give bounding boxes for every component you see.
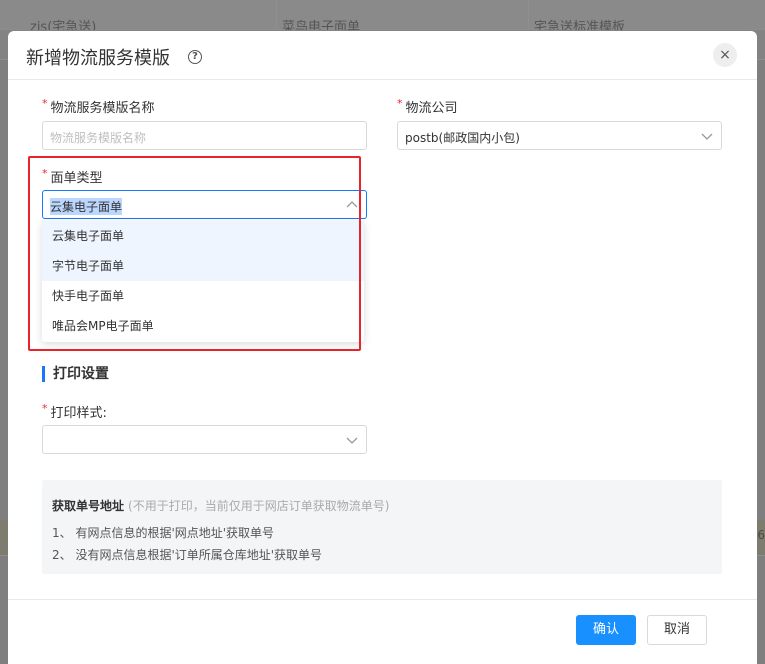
logistics-company-value: postb(邮政国内小包) (405, 131, 520, 145)
info-title-text: 获取单号地址 (52, 499, 125, 513)
chevron-down-icon (701, 133, 713, 140)
dialog-header: 新增物流服务模版 ? × (8, 31, 757, 80)
background-side-number: 6 (757, 528, 765, 542)
question-mark-icon[interactable]: ? (188, 50, 202, 64)
column-divider (528, 0, 529, 30)
template-name-label-text: 物流服务模版名称 (50, 101, 155, 116)
annotation-highlight-box (28, 156, 361, 351)
close-button[interactable]: × (713, 43, 737, 67)
dialog-footer-divider (8, 599, 757, 600)
confirm-button[interactable]: 确认 (576, 615, 636, 645)
required-mark: * (397, 97, 403, 110)
dialog-title: 新增物流服务模版 (26, 48, 170, 69)
template-name-input[interactable]: 物流服务模版名称 (42, 121, 367, 150)
info-note: (不用于打印，当前仅用于网店订单获取物流单号) (128, 499, 390, 513)
add-logistics-template-dialog: 新增物流服务模版 ? × * 物流服务模版名称 物流服务模版名称 * 物流公司 po… (8, 31, 757, 664)
template-name-placeholder: 物流服务模版名称 (50, 131, 147, 145)
print-style-select[interactable] (42, 425, 367, 454)
chevron-down-icon (346, 437, 358, 444)
info-line: 2、 没有网点信息根据'订单所属仓库地址'获取单号 (52, 548, 323, 562)
template-name-label: * 物流服务模版名称 (42, 97, 155, 116)
logistics-company-label: * 物流公司 (397, 97, 458, 116)
column-divider (276, 0, 277, 30)
info-title: 获取单号地址 (不用于打印，当前仅用于网店订单获取物流单号) (52, 497, 389, 514)
required-mark: * (42, 97, 48, 110)
logistics-company-select[interactable]: postb(邮政国内小包) (397, 121, 722, 150)
print-style-label: * 打印样式: (42, 402, 107, 421)
print-settings-section-title: 打印设置 (42, 366, 109, 382)
cancel-button[interactable]: 取消 (647, 615, 707, 645)
waybill-address-info-box: 获取单号地址 (不用于打印，当前仅用于网店订单获取物流单号) 1、 有网点信息的根… (42, 480, 722, 574)
required-mark: * (42, 402, 48, 415)
background-table-row: zjs(宅急送) 菜鸟电子面单 宅急送标准模板 (0, 0, 765, 35)
info-line: 1、 有网点信息的根据'网点地址'获取单号 (52, 526, 275, 540)
print-style-label-text: 打印样式: (50, 406, 107, 421)
logistics-company-label-text: 物流公司 (405, 101, 458, 116)
